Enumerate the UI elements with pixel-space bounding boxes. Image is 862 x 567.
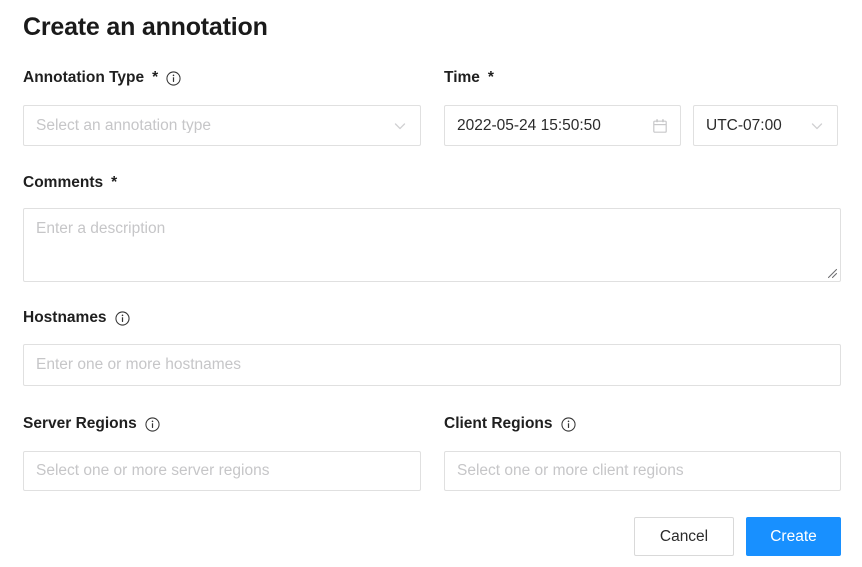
hostnames-placeholder: Enter one or more hostnames [36, 357, 242, 373]
timezone-select[interactable]: UTC-07:00 [693, 105, 838, 146]
time-label-text: Time [444, 69, 480, 86]
server-regions-select[interactable]: Select one or more server regions [23, 451, 421, 491]
info-icon[interactable] [145, 416, 160, 432]
info-icon[interactable] [166, 70, 181, 86]
info-icon[interactable] [560, 416, 576, 432]
comments-label: Comments * [23, 173, 117, 193]
annotation-type-label-text: Annotation Type [23, 69, 145, 86]
required-marker: * [111, 174, 118, 191]
time-label: Time * [444, 68, 494, 88]
time-value: 2022-05-24 15:50:50 [457, 116, 601, 134]
client-regions-label-text: Client Regions [444, 415, 553, 432]
server-regions-label: Server Regions [23, 414, 160, 434]
hostnames-label-text: Hostnames [23, 309, 107, 326]
chevron-down-icon [811, 122, 823, 129]
cancel-button[interactable]: Cancel [634, 517, 734, 556]
server-regions-label-text: Server Regions [23, 415, 137, 432]
comments-label-text: Comments [23, 174, 104, 191]
required-marker: * [487, 69, 494, 86]
client-regions-placeholder: Select one or more client regions [457, 463, 684, 479]
timezone-value: UTC-07:00 [706, 116, 782, 134]
create-button-label: Create [770, 527, 817, 545]
hostnames-input[interactable]: Enter one or more hostnames [23, 344, 841, 386]
resize-handle-icon[interactable] [824, 265, 838, 279]
client-regions-select[interactable]: Select one or more client regions [444, 451, 841, 491]
time-input[interactable]: 2022-05-24 15:50:50 [444, 105, 681, 146]
page-title: Create an annotation [23, 13, 268, 41]
comments-placeholder: Enter a description [36, 220, 166, 237]
create-annotation-dialog: Create an annotation Annotation Type * S… [0, 0, 862, 567]
client-regions-label: Client Regions [444, 414, 576, 434]
chevron-down-icon [394, 122, 406, 129]
create-button[interactable]: Create [746, 517, 841, 556]
info-icon[interactable] [114, 310, 130, 326]
comments-textarea[interactable]: Enter a description [23, 208, 841, 282]
hostnames-label: Hostnames [23, 308, 130, 328]
server-regions-placeholder: Select one or more server regions [36, 463, 270, 479]
annotation-type-placeholder: Select an annotation type [36, 117, 211, 134]
calendar-icon[interactable] [652, 118, 668, 134]
required-marker: * [152, 69, 159, 86]
annotation-type-label: Annotation Type * [23, 68, 181, 88]
cancel-button-label: Cancel [659, 527, 709, 545]
annotation-type-select[interactable]: Select an annotation type [23, 105, 421, 146]
